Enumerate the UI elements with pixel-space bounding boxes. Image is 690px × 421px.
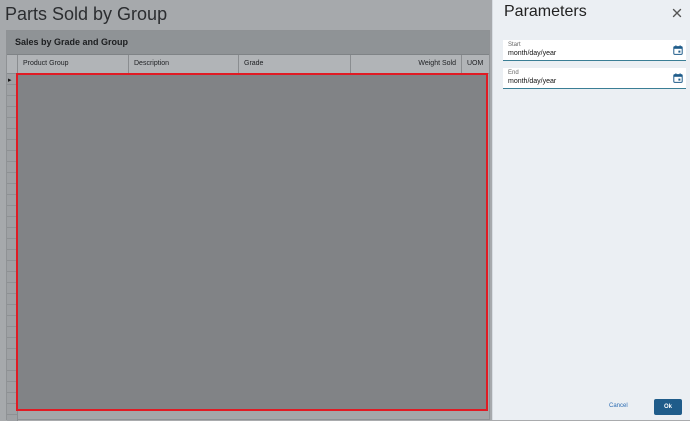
page-title: Parts Sold by Group (5, 4, 168, 24)
ok-button[interactable]: Ok (654, 399, 682, 415)
start-date-label: Start (508, 42, 521, 48)
panel-title: Sales by Grade and Group (15, 37, 129, 47)
parameters-panel: Parameters Start month/day/year End mont… (492, 0, 690, 420)
column-header-uom[interactable]: UOM (461, 55, 491, 73)
column-header-description[interactable]: Description (128, 55, 238, 73)
column-header-weight-sold[interactable]: Weight Sold (350, 55, 461, 73)
panel-header: Sales by Grade and Group (7, 31, 489, 55)
start-date-field[interactable]: Start month/day/year (503, 40, 686, 61)
end-date-field[interactable]: End month/day/year (503, 68, 686, 89)
start-date-input[interactable]: month/day/year (508, 50, 556, 57)
column-header-product-group[interactable]: Product Group (17, 55, 128, 73)
highlighted-grid-area (16, 73, 488, 411)
cancel-button[interactable]: Cancel (609, 403, 628, 409)
end-date-label: End (508, 70, 519, 76)
close-icon[interactable] (670, 6, 684, 20)
current-row-icon: ▸ (8, 77, 12, 84)
parameters-title: Parameters (504, 3, 587, 20)
end-date-input[interactable]: month/day/year (508, 78, 556, 85)
column-header-grade[interactable]: Grade (238, 55, 350, 73)
column-header-row: Product Group Description Grade Weight S… (7, 55, 489, 74)
report-view: Parts Sold by Group Sales by Grade and G… (0, 0, 492, 421)
calendar-icon[interactable] (673, 73, 683, 83)
calendar-icon[interactable] (673, 45, 683, 55)
